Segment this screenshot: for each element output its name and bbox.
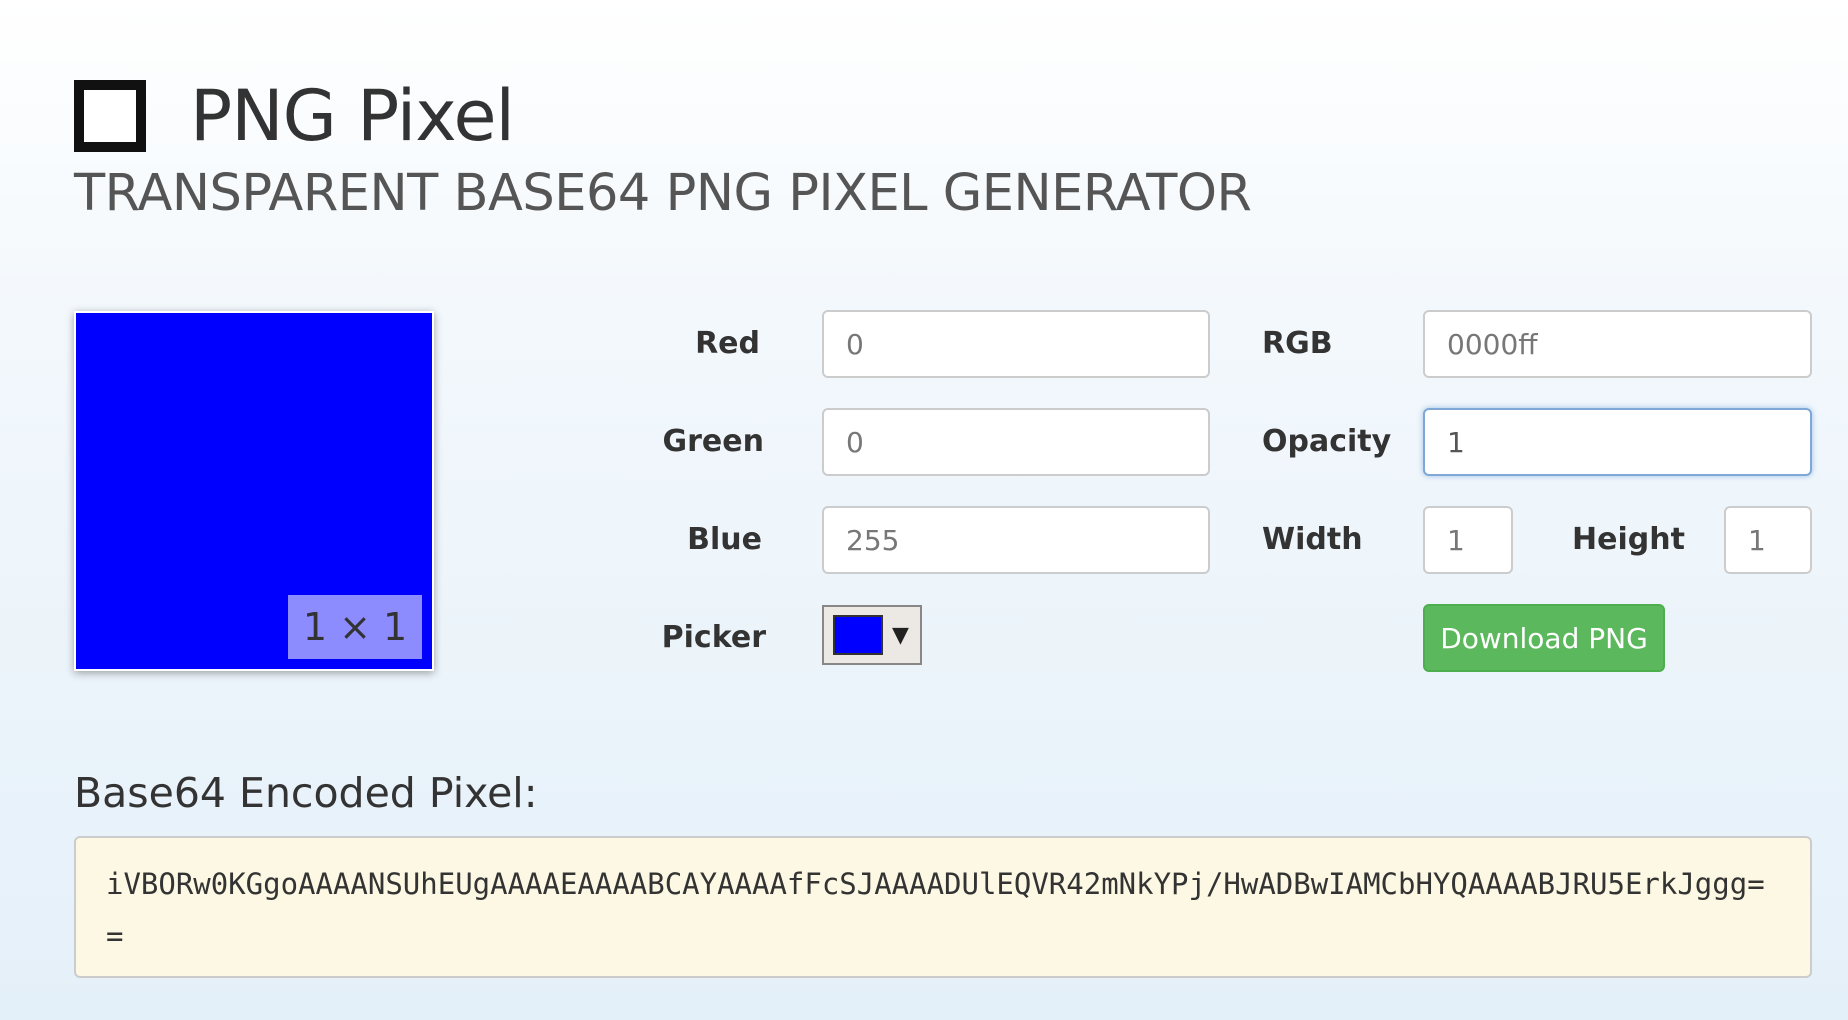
color-swatch <box>833 615 883 655</box>
color-picker[interactable]: ▼ <box>822 605 922 665</box>
opacity-input[interactable] <box>1423 408 1812 476</box>
blue-label: Blue <box>687 522 762 557</box>
base64-output[interactable]: iVBORw0KGgoAAAANSUhEUgAAAAEAAAABCAYAAAAf… <box>74 836 1812 978</box>
page-header: PNG Pixel TRANSPARENT BASE64 PNG PIXEL G… <box>74 72 1252 224</box>
preview-size-label: 1 × 1 <box>288 595 422 659</box>
width-input[interactable] <box>1423 506 1513 574</box>
green-input[interactable] <box>822 408 1210 476</box>
picker-label: Picker <box>661 620 766 655</box>
blue-input[interactable] <box>822 506 1210 574</box>
page-subtitle: TRANSPARENT BASE64 PNG PIXEL GENERATOR <box>74 164 1252 223</box>
square-logo-icon <box>74 80 146 152</box>
opacity-label: Opacity <box>1262 424 1392 459</box>
width-label: Width <box>1262 522 1363 557</box>
dropdown-arrow-icon: ▼ <box>892 622 909 648</box>
rgb-label: RGB <box>1262 326 1333 361</box>
title-row: PNG Pixel <box>74 72 1251 160</box>
red-label: Red <box>695 326 760 361</box>
rgb-input[interactable] <box>1423 310 1812 378</box>
red-input[interactable] <box>822 310 1210 378</box>
height-input[interactable] <box>1724 506 1812 574</box>
download-png-button[interactable]: Download PNG <box>1423 604 1665 672</box>
pixel-preview: 1 × 1 <box>74 311 434 671</box>
base64-section-title: Base64 Encoded Pixel: <box>74 769 538 817</box>
page-title: PNG Pixel <box>190 75 515 157</box>
green-label: Green <box>662 424 764 459</box>
height-label: Height <box>1572 522 1685 557</box>
